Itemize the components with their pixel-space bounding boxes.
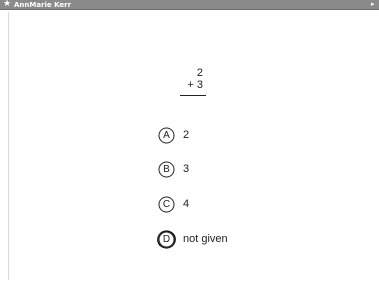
scroll-arrow-icon[interactable]: ▸ (371, 0, 377, 9)
left-border (8, 12, 9, 280)
star-icon: ★ (3, 0, 12, 9)
choice-text: 2 (183, 129, 190, 141)
top-number: 2 (196, 67, 203, 79)
answer-choice-a[interactable]: A 2 (158, 127, 278, 145)
choice-letter: B (163, 164, 170, 175)
answer-choice-b[interactable]: B 3 (158, 161, 278, 179)
choice-text: not given (183, 233, 228, 245)
sum-line (180, 95, 206, 96)
choice-letter: D (162, 234, 171, 245)
addition-problem: 2 + 3 (178, 67, 208, 101)
bottom-number: + 3 (187, 79, 203, 91)
choice-letter: A (163, 130, 170, 141)
title-bar: ★ AnnMarie Kerr ▸ (0, 0, 379, 10)
choice-letter: C (162, 199, 171, 210)
choice-text: 4 (183, 198, 190, 210)
answer-choice-c[interactable]: C 4 (158, 196, 278, 214)
window-title: AnnMarie Kerr (14, 1, 72, 9)
answer-bubble-b[interactable]: B (158, 161, 175, 178)
choice-text: 3 (183, 163, 190, 175)
answer-bubble-a[interactable]: A (158, 127, 175, 144)
answer-bubble-d[interactable]: D (157, 230, 176, 249)
answer-choice-d[interactable]: D not given (157, 230, 278, 249)
answer-bubble-c[interactable]: C (158, 196, 175, 213)
